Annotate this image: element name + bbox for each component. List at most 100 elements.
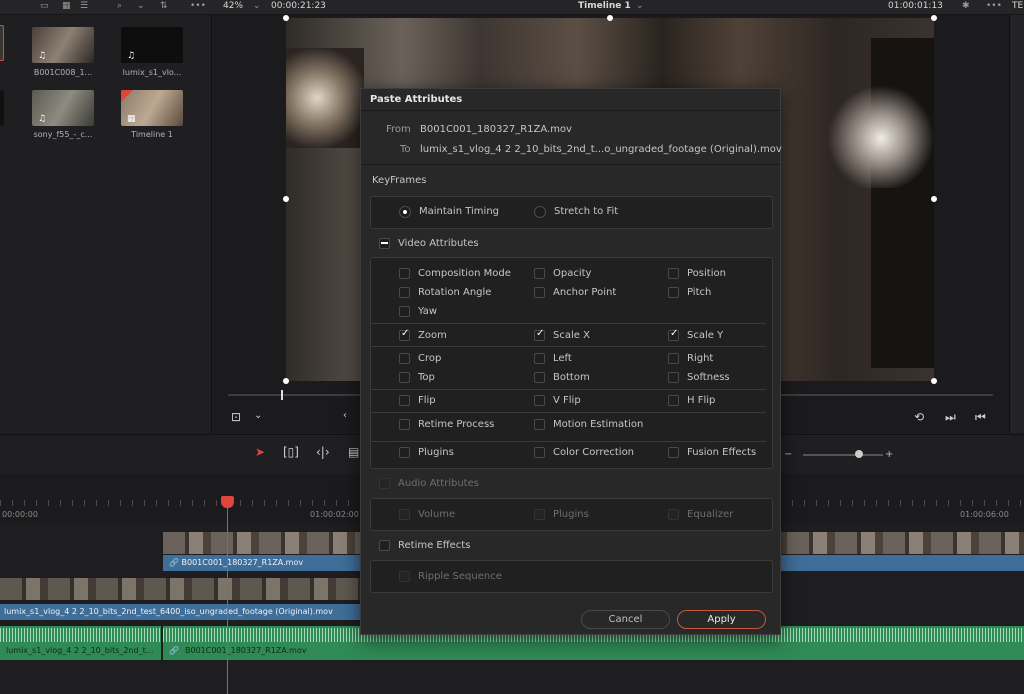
- media-thumb-sony[interactable]: ♫: [32, 90, 94, 126]
- stretch-to-fit-radio[interactable]: [534, 206, 546, 218]
- right-label[interactable]: Right: [687, 353, 713, 364]
- color-correction-checkbox[interactable]: [534, 447, 545, 458]
- yaw-checkbox[interactable]: [399, 306, 410, 317]
- dynamic-trim-icon[interactable]: ‹|›: [316, 445, 330, 459]
- anchor-point-label[interactable]: Anchor Point: [553, 287, 616, 298]
- transform-handle[interactable]: [607, 15, 613, 21]
- video-clip-v1[interactable]: lumix_s1_vlog_4 2 2_10_bits_2nd_test_640…: [0, 604, 360, 620]
- media-thumb-timeline[interactable]: ▦: [121, 90, 183, 126]
- plugins-checkbox[interactable]: [399, 447, 410, 458]
- h-flip-label[interactable]: H Flip: [687, 395, 715, 406]
- zoom-level[interactable]: 42%: [223, 1, 243, 11]
- yaw-label[interactable]: Yaw: [418, 306, 437, 317]
- opacity-checkbox[interactable]: [534, 268, 545, 279]
- scale-y-label[interactable]: Scale Y: [687, 330, 723, 341]
- pitch-checkbox[interactable]: [668, 287, 679, 298]
- composition-mode-label[interactable]: Composition Mode: [418, 268, 511, 279]
- video-clip-thumbs[interactable]: [0, 578, 360, 600]
- softness-checkbox[interactable]: [668, 372, 679, 383]
- motion-estimation-checkbox[interactable]: [534, 419, 545, 430]
- maintain-timing-label[interactable]: Maintain Timing: [419, 206, 499, 217]
- prev-arrow-icon[interactable]: ‹: [343, 410, 347, 421]
- equalizer-checkbox[interactable]: [668, 509, 679, 520]
- inspector-tab[interactable]: TE: [1012, 1, 1023, 11]
- media-thumb-b001c008[interactable]: ♫: [32, 27, 94, 63]
- transform-handle[interactable]: [283, 15, 289, 21]
- bottom-label[interactable]: Bottom: [553, 372, 590, 383]
- volume-checkbox[interactable]: [399, 509, 410, 520]
- apply-button[interactable]: Apply: [677, 610, 766, 629]
- rotation-angle-checkbox[interactable]: [399, 287, 410, 298]
- stretch-to-fit-label[interactable]: Stretch to Fit: [554, 206, 618, 217]
- zoom-chevron-icon[interactable]: ⌄: [253, 1, 261, 11]
- zoom-in-icon[interactable]: +: [885, 449, 893, 460]
- zoom-label[interactable]: Zoom: [418, 330, 447, 341]
- fusion-effects-checkbox[interactable]: [668, 447, 679, 458]
- plugins-label[interactable]: Plugins: [418, 447, 454, 458]
- left-label[interactable]: Left: [553, 353, 572, 364]
- chevron-down-icon[interactable]: ⌄: [137, 1, 145, 11]
- crop-label[interactable]: Crop: [418, 353, 441, 364]
- v-flip-label[interactable]: V Flip: [553, 395, 581, 406]
- pitch-label[interactable]: Pitch: [687, 287, 711, 298]
- zoom-out-icon[interactable]: −: [784, 449, 792, 460]
- sort-icon[interactable]: ⇅: [160, 1, 168, 11]
- rotation-angle-label[interactable]: Rotation Angle: [418, 287, 491, 298]
- transform-handle[interactable]: [931, 15, 937, 21]
- list-view-icon[interactable]: ▭: [40, 1, 49, 11]
- anchor-point-checkbox[interactable]: [534, 287, 545, 298]
- crop-checkbox[interactable]: [399, 353, 410, 364]
- right-checkbox[interactable]: [668, 353, 679, 364]
- composition-mode-checkbox[interactable]: [399, 268, 410, 279]
- retime-effects-title[interactable]: Retime Effects: [398, 540, 470, 551]
- color-picker-icon[interactable]: ✱: [962, 1, 970, 11]
- last-frame-icon[interactable]: ⏮: [975, 410, 986, 425]
- scale-x-checkbox[interactable]: [534, 328, 545, 341]
- options-icon[interactable]: •••: [986, 1, 1002, 11]
- scale-x-label[interactable]: Scale X: [553, 330, 590, 341]
- overlay-chevron-icon[interactable]: ⌄: [254, 410, 262, 421]
- playhead-line[interactable]: [227, 500, 228, 694]
- maintain-timing-radio[interactable]: [399, 206, 411, 218]
- top-checkbox[interactable]: [399, 372, 410, 383]
- transform-handle[interactable]: [283, 378, 289, 384]
- search-icon[interactable]: ⌕: [117, 1, 122, 11]
- loop-icon[interactable]: ⟲: [914, 410, 924, 424]
- timeline-name[interactable]: Timeline 1: [578, 1, 631, 11]
- zoom-slider-knob[interactable]: [855, 450, 863, 458]
- selection-tool-icon[interactable]: ➤: [255, 445, 265, 459]
- video-attributes-title[interactable]: Video Attributes: [398, 238, 479, 249]
- ripple-sequence-checkbox[interactable]: [399, 571, 410, 582]
- v-flip-checkbox[interactable]: [534, 395, 545, 406]
- video-attributes-collapse[interactable]: [379, 238, 390, 249]
- timeline-chevron-icon[interactable]: ⌄: [636, 1, 644, 11]
- h-flip-checkbox[interactable]: [668, 395, 679, 406]
- retime-process-label[interactable]: Retime Process: [418, 419, 494, 430]
- playhead[interactable]: [221, 496, 234, 508]
- audio-plugins-checkbox[interactable]: [534, 509, 545, 520]
- transform-handle[interactable]: [283, 196, 289, 202]
- trim-tool-icon[interactable]: [▯]: [283, 445, 299, 459]
- position-label[interactable]: Position: [687, 268, 726, 279]
- audio-clip-left[interactable]: lumix_s1_vlog_4 2 2_10_bits_2nd_t...: [0, 626, 161, 660]
- transform-handle[interactable]: [931, 378, 937, 384]
- media-thumb-lumix[interactable]: ♫: [121, 27, 183, 63]
- transform-handle[interactable]: [931, 196, 937, 202]
- scale-y-checkbox[interactable]: [668, 328, 679, 341]
- grid-view-icon[interactable]: ▦: [62, 1, 71, 11]
- next-clip-icon[interactable]: ⏭: [945, 410, 956, 425]
- motion-estimation-label[interactable]: Motion Estimation: [553, 419, 643, 430]
- flip-label[interactable]: Flip: [418, 395, 436, 406]
- bottom-checkbox[interactable]: [534, 372, 545, 383]
- transform-overlay-icon[interactable]: ⊡: [231, 410, 241, 424]
- zoom-slider[interactable]: [803, 454, 883, 456]
- fusion-effects-label[interactable]: Fusion Effects: [687, 447, 756, 458]
- media-thumb-partial-2[interactable]: [0, 90, 4, 126]
- blade-tool-icon[interactable]: ▤: [348, 445, 359, 459]
- retime-process-checkbox[interactable]: [399, 419, 410, 430]
- cancel-button[interactable]: Cancel: [581, 610, 670, 629]
- left-checkbox[interactable]: [534, 353, 545, 364]
- more-icon[interactable]: •••: [190, 1, 206, 11]
- softness-label[interactable]: Softness: [687, 372, 730, 383]
- color-correction-label[interactable]: Color Correction: [553, 447, 634, 458]
